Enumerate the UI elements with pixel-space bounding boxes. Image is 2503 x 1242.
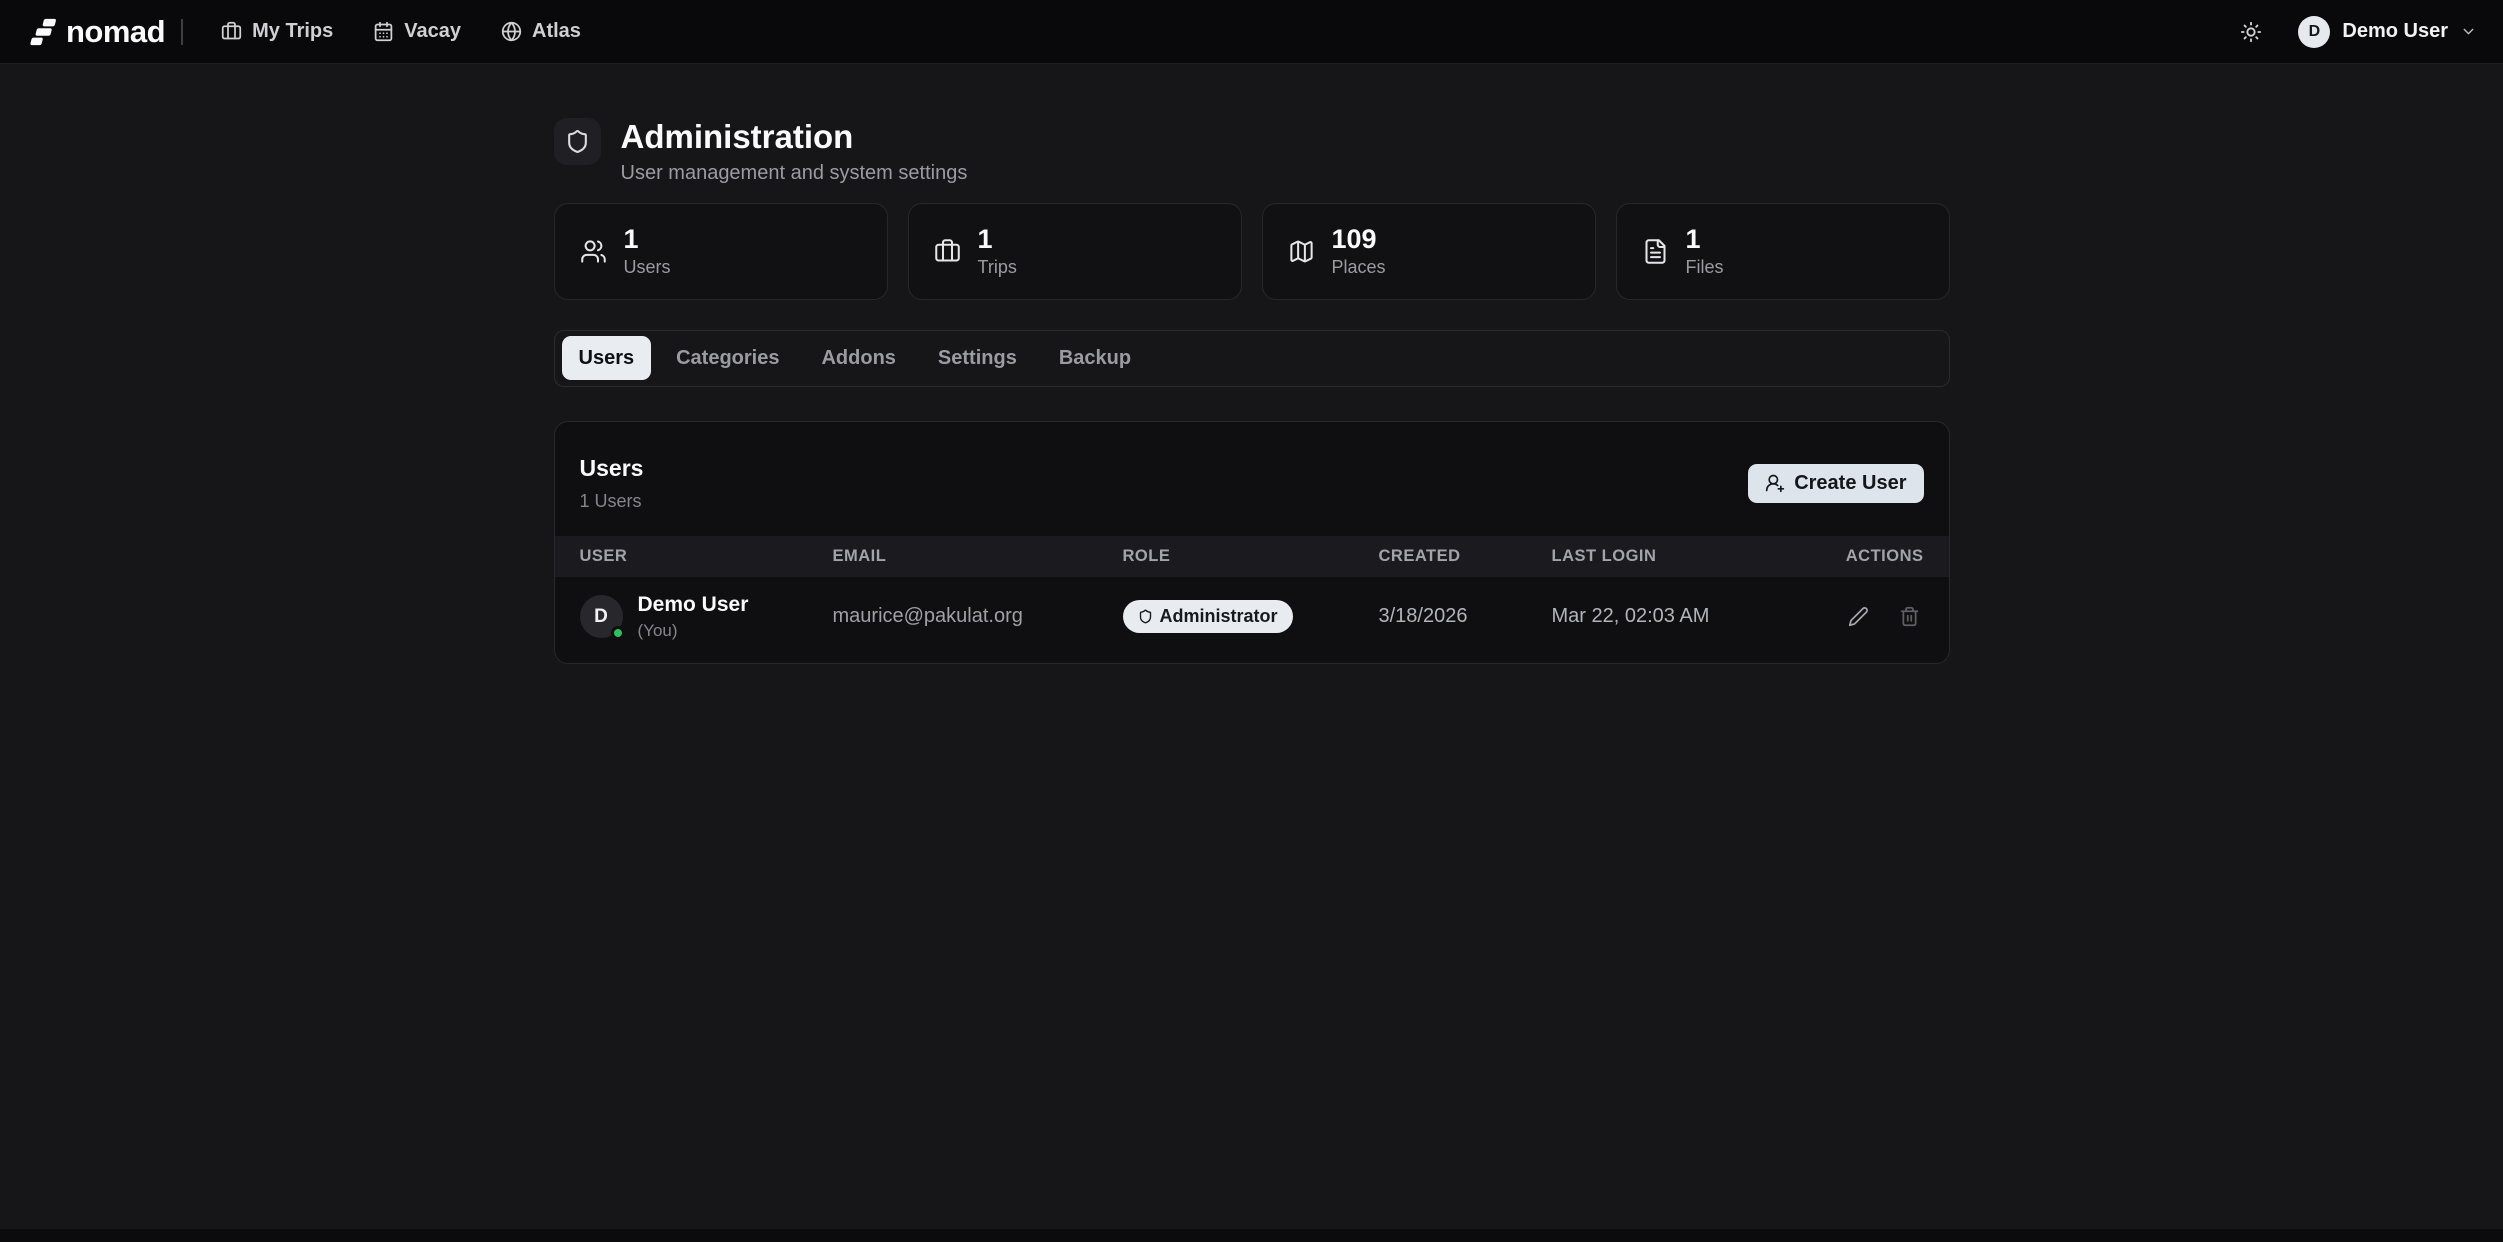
stat-label: Trips — [978, 257, 1017, 278]
stat-card-files: 1 Files — [1616, 203, 1950, 300]
navbar-right: D Demo User — [2236, 16, 2477, 48]
row-last-login: Mar 22, 02:03 AM — [1552, 605, 1833, 628]
nav-item-my-trips[interactable]: My Trips — [221, 20, 333, 43]
globe-icon — [501, 21, 522, 42]
top-navbar: nomad My Trips Vacay Atlas — [0, 0, 2503, 64]
stat-text: 1 Users — [624, 225, 671, 279]
user-menu[interactable]: D Demo User — [2298, 16, 2477, 48]
tab-settings[interactable]: Settings — [921, 336, 1034, 380]
panel-title: Users — [580, 455, 644, 482]
user-cell: D Demo User (You) — [580, 593, 833, 641]
actions-cell — [1833, 604, 1924, 629]
stats-row: 1 Users 1 Trips 109 Places — [554, 203, 1950, 300]
trash-icon — [1899, 606, 1920, 627]
users-icon — [580, 238, 607, 265]
tab-bar: Users Categories Addons Settings Backup — [554, 330, 1950, 387]
shield-icon-box — [554, 118, 601, 165]
stat-card-places: 109 Places — [1262, 203, 1596, 300]
panel-count: 1 Users — [580, 491, 644, 512]
stat-label: Users — [624, 257, 671, 278]
tab-categories[interactable]: Categories — [659, 336, 796, 380]
stat-label: Files — [1686, 257, 1724, 278]
shield-icon — [1138, 609, 1153, 624]
brand-name: nomad — [66, 14, 165, 50]
row-avatar-wrap: D — [580, 595, 623, 638]
calendar-icon — [373, 21, 394, 42]
users-panel-header: Users 1 Users Create User — [555, 422, 1949, 536]
brand-logo[interactable]: nomad — [26, 14, 165, 50]
col-header-created: Created — [1379, 547, 1552, 566]
map-icon — [1288, 238, 1315, 265]
stat-value: 1 — [1686, 225, 1724, 255]
nav-separator — [181, 19, 183, 45]
nav-label: My Trips — [252, 20, 333, 43]
col-header-last-login: Last Login — [1552, 547, 1833, 566]
table-row: D Demo User (You) maurice@pakulat.org Ad… — [555, 577, 1949, 663]
col-header-role: Role — [1123, 547, 1379, 566]
sun-icon — [2240, 21, 2262, 43]
bottom-edge-strip — [0, 1229, 2503, 1242]
nomad-logo-icon — [26, 16, 58, 48]
shield-icon — [565, 129, 590, 154]
col-header-email: Email — [833, 547, 1123, 566]
role-badge-label: Administrator — [1160, 606, 1278, 627]
row-user-name: Demo User — [638, 593, 749, 617]
users-panel-heading: Users 1 Users — [580, 455, 644, 512]
user-name-block: Demo User (You) — [638, 593, 749, 641]
role-badge: Administrator — [1123, 600, 1293, 633]
page-header: Administration User management and syste… — [554, 118, 1950, 185]
edit-user-button[interactable] — [1846, 604, 1871, 629]
nav-label: Atlas — [532, 20, 581, 43]
theme-toggle-button[interactable] — [2236, 17, 2266, 47]
create-user-button[interactable]: Create User — [1748, 464, 1923, 503]
page-subtitle: User management and system settings — [621, 162, 968, 185]
row-you-label: (You) — [638, 621, 749, 641]
delete-user-button[interactable] — [1897, 604, 1922, 629]
primary-nav: My Trips Vacay Atlas — [221, 20, 581, 43]
user-avatar: D — [2298, 16, 2330, 48]
file-text-icon — [1642, 238, 1669, 265]
stat-card-users: 1 Users — [554, 203, 888, 300]
table-header-row: User Email Role Created Last Login Actio… — [555, 536, 1949, 577]
stat-value: 109 — [1332, 225, 1386, 255]
stat-value: 1 — [624, 225, 671, 255]
col-header-user: User — [580, 547, 833, 566]
stat-text: 109 Places — [1332, 225, 1386, 279]
user-name: Demo User — [2342, 20, 2448, 43]
row-email: maurice@pakulat.org — [833, 605, 1123, 628]
online-status-dot — [611, 626, 625, 640]
page-header-text: Administration User management and syste… — [621, 118, 968, 185]
chevron-down-icon — [2460, 23, 2477, 40]
stat-card-trips: 1 Trips — [908, 203, 1242, 300]
stat-label: Places — [1332, 257, 1386, 278]
stat-text: 1 Files — [1686, 225, 1724, 279]
tab-addons[interactable]: Addons — [804, 336, 912, 380]
stat-value: 1 — [978, 225, 1017, 255]
tab-backup[interactable]: Backup — [1042, 336, 1148, 380]
nav-item-vacay[interactable]: Vacay — [373, 20, 461, 43]
nav-item-atlas[interactable]: Atlas — [501, 20, 581, 43]
pencil-icon — [1848, 606, 1869, 627]
users-panel: Users 1 Users Create User User Email Rol… — [554, 421, 1950, 664]
main-content: Administration User management and syste… — [554, 64, 1950, 1229]
row-created: 3/18/2026 — [1379, 605, 1552, 628]
navbar-left: nomad My Trips Vacay Atlas — [26, 14, 581, 50]
page-title: Administration — [621, 118, 968, 156]
tab-users[interactable]: Users — [562, 336, 652, 380]
role-cell: Administrator — [1123, 600, 1379, 633]
stat-text: 1 Trips — [978, 225, 1017, 279]
briefcase-icon — [934, 238, 961, 265]
create-user-label: Create User — [1794, 472, 1906, 495]
nav-label: Vacay — [404, 20, 461, 43]
briefcase-icon — [221, 21, 242, 42]
user-plus-icon — [1765, 473, 1785, 493]
col-header-actions: Actions — [1833, 547, 1924, 566]
